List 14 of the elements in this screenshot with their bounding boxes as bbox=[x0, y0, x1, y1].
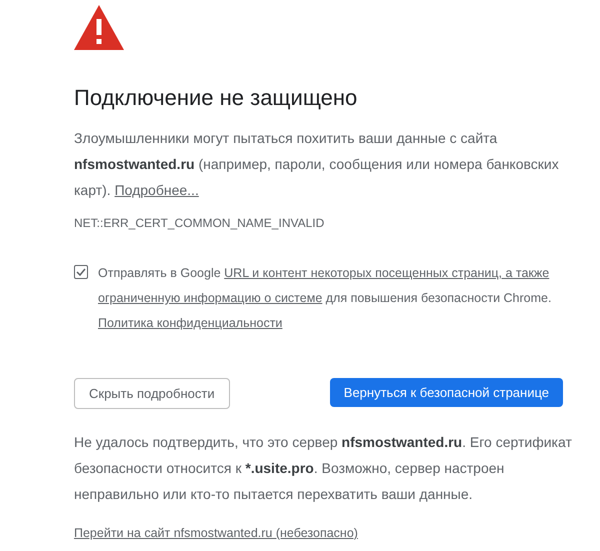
checkbox[interactable] bbox=[74, 265, 88, 279]
link[interactable]: Политика конфиденциальности bbox=[98, 316, 282, 330]
page-title: Подключение не защищено bbox=[74, 84, 358, 112]
details-message: Не удалось подтвердить, что это сервер nfsmostwanted.ru. Его сертификат безопасности относится к *.usite.pro. Возможно, сервер настроен неправильно или кто-то пытается перехватить ваши данные. bbox=[74, 433, 573, 504]
link[interactable]: ограниченную информацию о системе bbox=[98, 291, 322, 305]
link[interactable]: URL и контент некоторых посещенных страниц, а также bbox=[224, 266, 550, 280]
warning-icon bbox=[74, 5, 124, 50]
reporting-opt-in-text: Отправлять в Google URL и контент некоторых посещенных страниц, а также ограниченную информацию о системе для повышения безопасности Chrome. Политика конфиденциальности bbox=[98, 265, 552, 332]
error-code: NET::ERR_CERT_COMMON_NAME_INVALID bbox=[74, 215, 326, 231]
warning-message: Злоумышленники могут пытаться похитить ваши данные с сайта nfsmostwanted.ru (например, пароли, сообщения или номера банковских карт). Подробнее... bbox=[74, 129, 560, 200]
link[interactable]: Подробнее... bbox=[114, 182, 199, 198]
hide-details-button[interactable]: Скрыть подробности bbox=[74, 378, 230, 409]
back-to-safety-button[interactable]: Вернуться к безопасной странице bbox=[330, 378, 563, 407]
proceed-link[interactable]: Перейти на сайт nfsmostwanted.ru (небезопасно) bbox=[74, 524, 358, 543]
